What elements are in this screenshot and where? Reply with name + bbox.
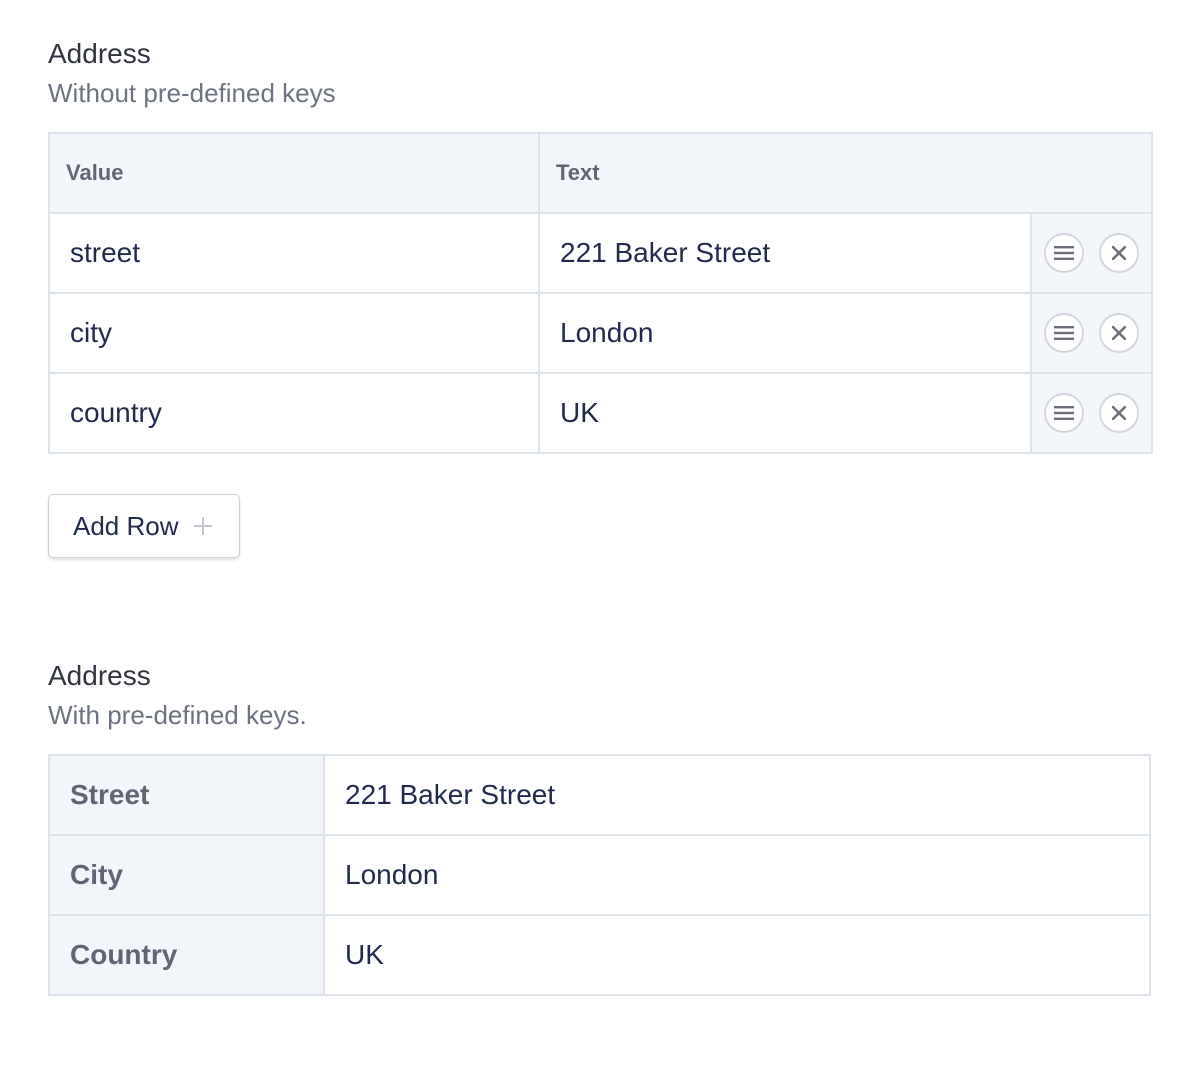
table-header-row: Value Text	[48, 132, 1153, 214]
table-row: street 221 Baker Street	[48, 212, 1153, 294]
row-actions	[1030, 372, 1153, 454]
menu-icon	[1053, 326, 1074, 340]
column-header-value: Value	[48, 132, 540, 214]
address-field-without-keys: Address Without pre-defined keys Value T…	[48, 36, 1153, 558]
add-row-label: Add Row	[73, 510, 179, 541]
value-cell[interactable]: street	[48, 212, 540, 294]
row-actions	[1030, 292, 1153, 374]
text-cell[interactable]: 221 Baker Street	[538, 212, 1032, 294]
plus-icon	[193, 517, 212, 535]
field-instructions: Without pre-defined keys	[48, 78, 336, 108]
value-cell[interactable]: city	[48, 292, 540, 374]
menu-icon	[1053, 246, 1074, 260]
delete-row-button[interactable]	[1099, 233, 1140, 273]
field-instructions: With pre-defined keys.	[48, 700, 307, 730]
address-field-with-keys: Address With pre-defined keys. Street 22…	[48, 658, 1151, 996]
column-header-actions	[1031, 132, 1153, 214]
close-icon	[1112, 406, 1127, 420]
field-label: Address	[48, 660, 151, 691]
predefined-keys-table: Street 221 Baker Street City London Coun…	[48, 754, 1151, 996]
key-cell: Street	[48, 754, 325, 836]
table-row: Country UK	[48, 914, 1151, 996]
key-cell: City	[48, 834, 325, 916]
value-cell[interactable]: London	[323, 834, 1151, 916]
value-cell[interactable]: 221 Baker Street	[323, 754, 1151, 836]
value-cell[interactable]: country	[48, 372, 540, 454]
field-label: Address	[48, 38, 151, 69]
value-cell[interactable]: UK	[323, 914, 1151, 996]
text-cell[interactable]: UK	[538, 372, 1032, 454]
add-row-button[interactable]: Add Row	[48, 494, 240, 558]
menu-icon	[1053, 406, 1074, 420]
reorder-button[interactable]	[1043, 313, 1084, 353]
reorder-button[interactable]	[1043, 233, 1084, 273]
reorder-button[interactable]	[1043, 393, 1084, 433]
delete-row-button[interactable]	[1099, 393, 1140, 433]
table-row: city London	[48, 292, 1153, 374]
table-row: country UK	[48, 372, 1153, 454]
key-cell: Country	[48, 914, 325, 996]
table-row: Street 221 Baker Street	[48, 754, 1151, 836]
column-header-text: Text	[538, 132, 1031, 214]
close-icon	[1112, 326, 1127, 340]
close-icon	[1112, 246, 1127, 260]
text-cell[interactable]: London	[538, 292, 1032, 374]
table-row: City London	[48, 834, 1151, 916]
delete-row-button[interactable]	[1099, 313, 1140, 353]
editable-table: Value Text street 221 Baker Street city …	[48, 132, 1153, 454]
row-actions	[1030, 212, 1153, 294]
